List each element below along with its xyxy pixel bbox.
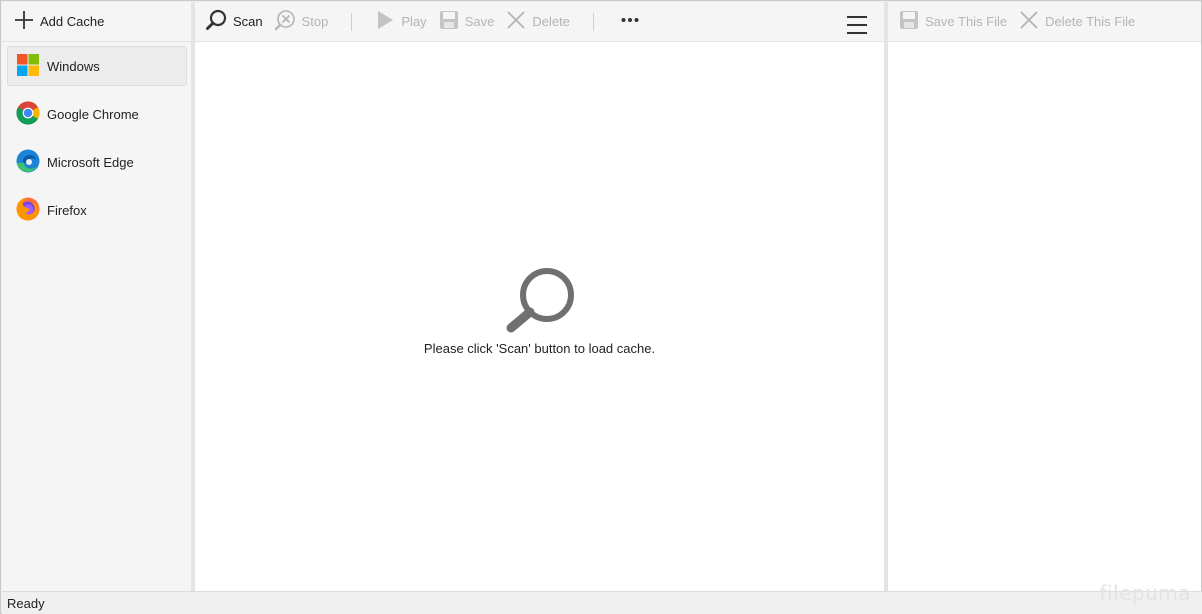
delete-button[interactable]: Delete — [506, 8, 570, 36]
watermark: filepuma — [1099, 581, 1191, 605]
toolbar-divider — [592, 12, 594, 31]
app-window: Add Cache Windows Google Chrome Microsof… — [0, 0, 1202, 614]
firefox-icon — [16, 197, 40, 224]
search-icon — [205, 9, 227, 34]
stop-icon — [274, 9, 296, 34]
plus-icon — [14, 10, 34, 33]
add-cache-button[interactable]: Add Cache — [14, 8, 104, 36]
browser-list: Windows Google Chrome Microsoft Edge Fir… — [2, 42, 191, 230]
sidebar-item-label: Windows — [47, 58, 100, 74]
hamburger-menu-button[interactable] — [846, 12, 868, 40]
sidebar-item-label: Google Chrome — [47, 106, 139, 122]
stop-label: Stop — [301, 14, 329, 29]
save-icon — [899, 10, 919, 33]
hamburger-menu-icon — [846, 15, 868, 38]
play-button[interactable]: Play — [375, 8, 427, 36]
save-icon — [439, 10, 459, 33]
file-detail-pane: Save This File Delete This File — [888, 2, 1201, 591]
empty-state: Please click 'Scan' button to load cache… — [195, 42, 884, 591]
sidebar-item-microsoft-edge[interactable]: Microsoft Edge — [7, 142, 187, 182]
play-label: Play — [401, 14, 427, 29]
save-button[interactable]: Save — [439, 8, 495, 36]
play-icon — [375, 10, 395, 33]
sidebar-item-label: Firefox — [47, 202, 87, 218]
sidebar-item-firefox[interactable]: Firefox — [7, 190, 187, 230]
save-this-file-button[interactable]: Save This File — [899, 8, 1007, 36]
save-this-file-label: Save This File — [925, 14, 1008, 29]
delete-icon — [1019, 10, 1039, 33]
detail-toolbar: Save This File Delete This File — [888, 2, 1201, 42]
cache-list-pane: Scan Stop Play Save Delete Please click … — [195, 2, 884, 591]
sidebar-toolbar: Add Cache — [2, 2, 191, 42]
empty-state-message: Please click 'Scan' button to load cache… — [423, 341, 656, 356]
delete-icon — [506, 10, 526, 33]
chrome-icon — [16, 101, 40, 128]
main-toolbar: Scan Stop Play Save Delete — [195, 2, 884, 42]
sidebar-item-windows[interactable]: Windows — [7, 46, 187, 86]
status-text: Ready — [7, 595, 45, 611]
status-bar: Ready — [2, 591, 1202, 614]
large-search-icon — [505, 266, 575, 337]
add-cache-label: Add Cache — [40, 14, 105, 29]
delete-this-file-button[interactable]: Delete This File — [1019, 8, 1135, 36]
delete-this-file-label: Delete This File — [1045, 14, 1136, 29]
sidebar-item-google-chrome[interactable]: Google Chrome — [7, 94, 187, 134]
scan-button[interactable]: Scan — [205, 8, 263, 36]
sidebar-item-label: Microsoft Edge — [47, 154, 134, 170]
edge-icon — [16, 149, 40, 176]
scan-label: Scan — [233, 14, 263, 29]
ellipsis-icon — [620, 10, 640, 33]
delete-label: Delete — [532, 14, 570, 29]
browser-sidebar: Add Cache Windows Google Chrome Microsof… — [2, 2, 191, 591]
toolbar-divider — [351, 12, 353, 31]
more-options-button[interactable] — [620, 8, 640, 36]
stop-button[interactable]: Stop — [274, 8, 329, 36]
windows-icon — [16, 53, 40, 80]
save-label: Save — [464, 14, 495, 29]
